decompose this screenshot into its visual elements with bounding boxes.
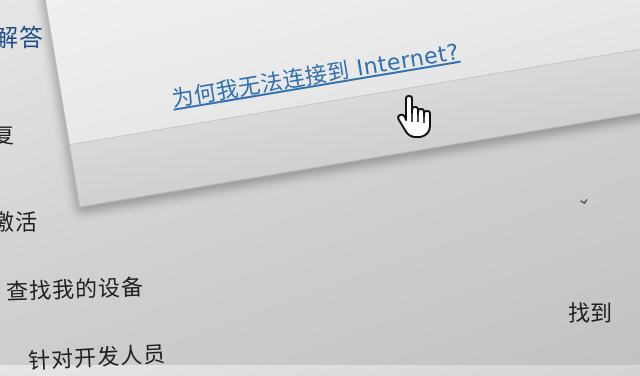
hand-pointer-icon	[397, 95, 431, 138]
sidebar-item-find-my-device[interactable]: 查找我的设备	[5, 270, 145, 307]
chevron-down-icon[interactable]: ⌄	[574, 187, 593, 211]
content-partial-text: 找到	[568, 302, 613, 327]
sidebar-item-for-developers[interactable]: 针对开发人员	[27, 336, 167, 375]
sidebar-item-activation[interactable]: 激活	[0, 205, 38, 237]
sidebar-item-troubleshoot[interactable]: 解答	[0, 18, 44, 53]
sidebar-item-recovery[interactable]: 复	[0, 118, 15, 150]
